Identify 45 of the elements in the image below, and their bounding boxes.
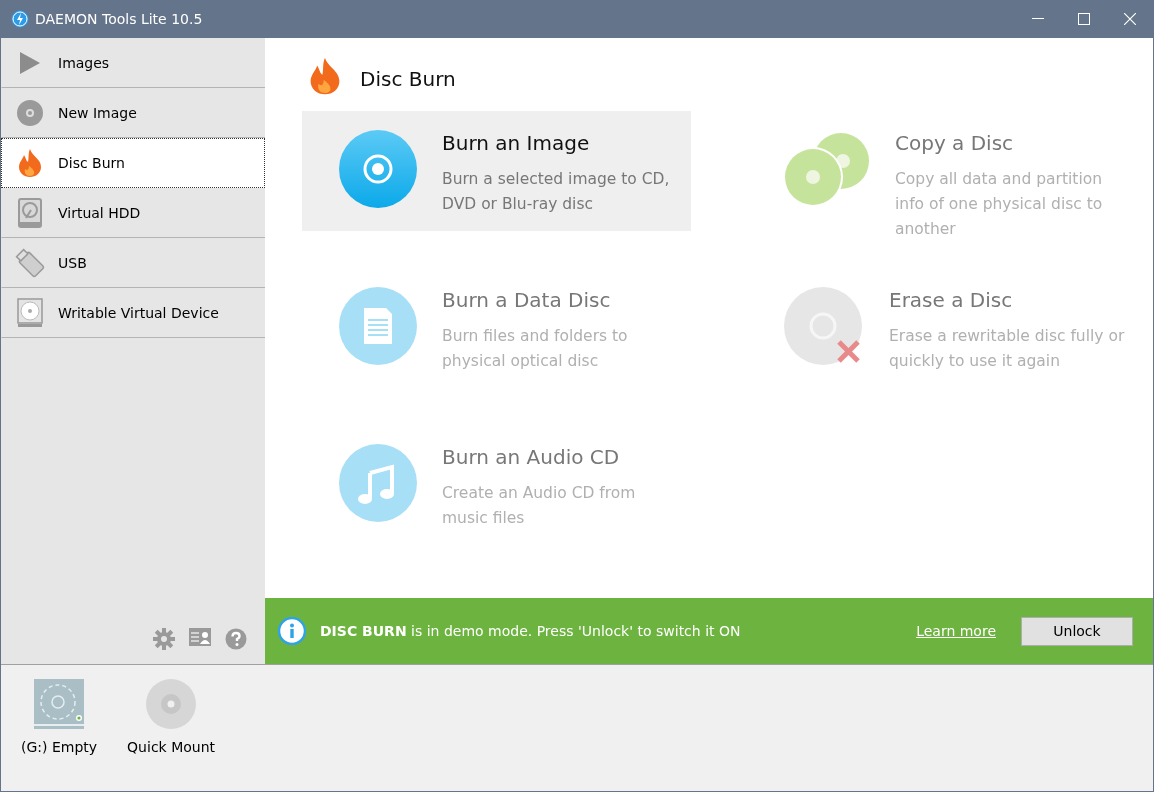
task-title: Erase a Disc [889, 288, 1014, 312]
disc-icon [338, 129, 418, 209]
unlock-button[interactable]: Unlock [1021, 616, 1133, 646]
info-icon [278, 617, 306, 646]
close-icon [1124, 13, 1136, 25]
sidebar-item[interactable]: Writable Virtual Device [1, 288, 265, 338]
disc-icon [146, 679, 197, 730]
lightning-logo-icon [11, 10, 29, 28]
sidebar-item[interactable]: Images [1, 38, 265, 88]
task-description: Create an Audio CD from music files [442, 483, 637, 529]
music-note-icon [338, 443, 418, 523]
sidebar-item[interactable]: Virtual HDD [1, 188, 265, 238]
virtual-drive-icon [34, 679, 85, 730]
minimize-icon [1032, 18, 1044, 20]
contact-card-icon[interactable] [189, 628, 211, 647]
disc-with-cross-icon [783, 286, 865, 366]
task-title: Copy a Disc [895, 131, 1015, 155]
maximize-icon [1078, 13, 1090, 25]
demo-mode-message: DISC BURN is in demo mode. Press 'Unlock' to switch it ON [320, 623, 742, 640]
optical-drive-icon [17, 297, 43, 328]
task-description: Erase a rewritable disc fully or quickly to use it again [889, 326, 1126, 372]
play-icon [19, 50, 41, 75]
settings-icon[interactable] [153, 628, 175, 651]
task-title: Burn an Image [442, 131, 591, 155]
sidebar-item[interactable]: Disc Burn [1, 138, 265, 188]
flame-icon [308, 56, 342, 96]
task-tile[interactable]: Burn an Audio CD Create an Audio CD from music files [302, 425, 691, 545]
task-description: Burn files and folders to physical optical disc [442, 326, 629, 372]
task-tile[interactable]: Burn an Image Burn a selected image to CD, DVD or Blu-ray disc [302, 111, 691, 231]
task-description: Burn a selected image to CD, DVD or Blu-ray disc [442, 169, 671, 215]
device-item[interactable]: Quick Mount [127, 679, 215, 791]
hard-drive-icon [18, 197, 42, 228]
document-icon [338, 286, 418, 366]
disc-icon [16, 98, 44, 127]
device-item[interactable]: (G:) Empty [21, 679, 98, 791]
task-tile[interactable]: Burn a Data Disc Burn files and folders to physical optical disc [302, 268, 691, 388]
task-tile[interactable]: Erase a Disc Erase a rewritable disc fully or quickly to use it again [747, 268, 1136, 388]
task-description: Copy all data and partition info of one physical disc to another [895, 169, 1104, 240]
page-title: Disc Burn [360, 66, 456, 91]
task-title: Burn a Data Disc [442, 288, 612, 312]
task-title: Burn an Audio CD [442, 445, 621, 469]
help-icon[interactable] [225, 628, 247, 651]
flame-icon [17, 148, 43, 178]
window-title: DAEMON Tools Lite 10.5 [35, 11, 204, 27]
sidebar-item[interactable]: USB [1, 238, 265, 288]
